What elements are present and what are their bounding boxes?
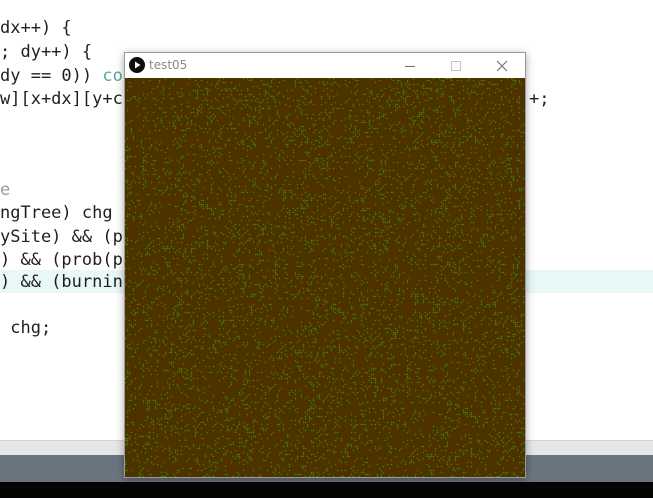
maximize-button[interactable] <box>433 53 479 78</box>
close-button[interactable] <box>479 53 525 78</box>
code-keyword: co <box>102 66 123 86</box>
window-title: test05 <box>149 58 188 72</box>
window-titlebar[interactable]: test05 <box>125 53 525 78</box>
close-icon <box>496 60 508 71</box>
code-line-4-tail: +; <box>529 89 550 109</box>
code-line-4: w][x+dx][y+c <box>0 88 123 111</box>
minimize-icon <box>405 65 415 67</box>
taskbar <box>0 482 653 498</box>
sketch-window[interactable]: test05 <box>124 52 526 478</box>
code-line-3: dy == 0)) co <box>0 65 123 88</box>
code-line-8: ) && (prob(p <box>0 250 123 270</box>
play-icon <box>129 57 145 73</box>
code-line-10: chg; <box>0 318 52 338</box>
maximize-icon <box>451 60 461 71</box>
sketch-canvas[interactable] <box>125 78 525 477</box>
minimize-button[interactable] <box>387 53 433 78</box>
code-line-5: e <box>0 180 11 200</box>
forest-simulation-canvas[interactable] <box>125 78 525 477</box>
code-text: dy == 0)) <box>0 66 103 86</box>
code-line-7: ySite) && (p <box>0 227 123 247</box>
code-line-9: ) && (burnin <box>0 272 123 292</box>
code-line-1: dx++) { <box>0 18 72 38</box>
code-text: w][x+dx][y+c <box>0 89 123 109</box>
code-line-2: ; dy++) { <box>0 42 93 62</box>
code-line-6: ngTree) chg <box>0 203 113 223</box>
